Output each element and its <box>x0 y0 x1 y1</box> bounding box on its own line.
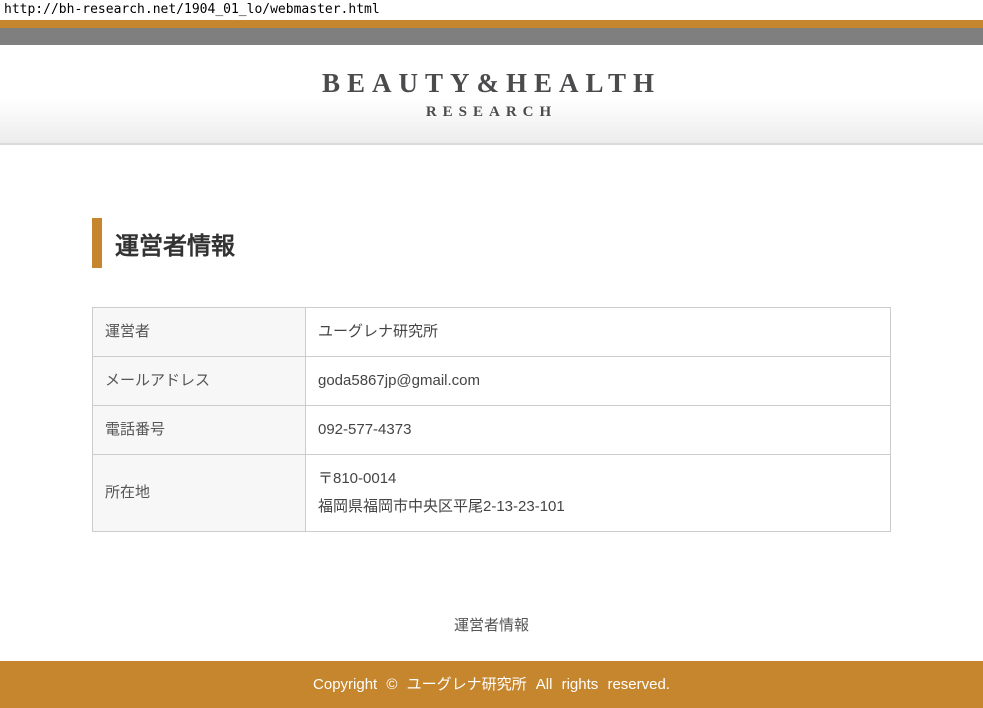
row-value: 092-577-4373 <box>306 406 891 455</box>
table-row: 運営者 ユーグレナ研究所 <box>93 308 891 357</box>
main-content: 運営者情報 運営者 ユーグレナ研究所 メールアドレス goda5867jp@gm… <box>0 218 983 635</box>
row-value: 〒810-0014 福岡県福岡市中央区平尾2-13-23-101 <box>306 455 891 532</box>
row-label: メールアドレス <box>93 357 306 406</box>
page-url-text: http://bh-research.net/1904_01_lo/webmas… <box>0 0 983 20</box>
site-logo-main-text: BEAUTY&HEALTH <box>322 68 661 98</box>
site-logo[interactable]: BEAUTY&HEALTH RESEARCH <box>322 68 661 121</box>
top-gray-strip <box>0 28 983 45</box>
footer-nav: 運営者情報 <box>92 617 891 635</box>
table-row: 電話番号 092-577-4373 <box>93 406 891 455</box>
row-value-line: 〒810-0014 <box>318 465 878 493</box>
footer-nav-link-operator-info[interactable]: 運営者情報 <box>454 617 529 634</box>
row-label: 運営者 <box>93 308 306 357</box>
site-header: BEAUTY&HEALTH RESEARCH <box>0 45 983 145</box>
page-title: 運営者情報 <box>92 218 891 268</box>
row-label: 所在地 <box>93 455 306 532</box>
top-accent-strip <box>0 20 983 28</box>
row-value: goda5867jp@gmail.com <box>306 357 891 406</box>
operator-info-table: 運営者 ユーグレナ研究所 メールアドレス goda5867jp@gmail.co… <box>92 307 891 532</box>
copyright-bar: Copyright © ユーグレナ研究所 All rights reserved… <box>0 661 983 708</box>
row-value: ユーグレナ研究所 <box>306 308 891 357</box>
page: http://bh-research.net/1904_01_lo/webmas… <box>0 0 983 708</box>
site-logo-sub-text: RESEARCH <box>322 103 661 121</box>
row-value-line: 092-577-4373 <box>318 416 878 444</box>
table-row: 所在地 〒810-0014 福岡県福岡市中央区平尾2-13-23-101 <box>93 455 891 532</box>
row-value-line: 福岡県福岡市中央区平尾2-13-23-101 <box>318 493 878 521</box>
row-label: 電話番号 <box>93 406 306 455</box>
row-value-line: ユーグレナ研究所 <box>318 318 878 346</box>
row-value-line: goda5867jp@gmail.com <box>318 367 878 395</box>
table-row: メールアドレス goda5867jp@gmail.com <box>93 357 891 406</box>
